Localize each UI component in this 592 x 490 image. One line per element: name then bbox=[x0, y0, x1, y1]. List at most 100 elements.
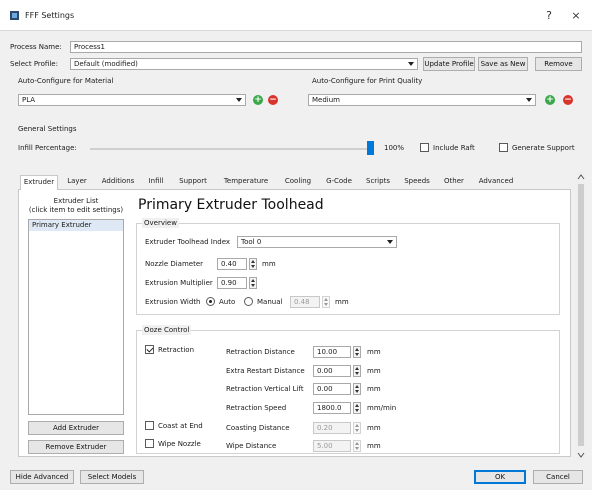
retraction-label: Retraction bbox=[158, 346, 195, 354]
cancel-button[interactable]: Cancel bbox=[533, 470, 583, 484]
tab-layer[interactable]: Layer bbox=[60, 175, 94, 189]
help-button[interactable]: ? bbox=[541, 9, 557, 23]
window-title: FFF Settings bbox=[25, 11, 75, 20]
generate-support-label: Generate Support bbox=[512, 144, 575, 152]
remove-quality-icon[interactable]: − bbox=[563, 95, 573, 105]
toolhead-index-select[interactable]: Tool 0 bbox=[237, 236, 397, 248]
tab-advanced[interactable]: Advanced bbox=[472, 175, 520, 189]
quality-select-value: Medium bbox=[312, 96, 340, 104]
extruder-list[interactable]: Primary Extruder bbox=[28, 219, 124, 415]
tab-support[interactable]: Support bbox=[172, 175, 214, 189]
retraction-distance-stepper[interactable] bbox=[353, 346, 361, 358]
tab-other[interactable]: Other bbox=[438, 175, 470, 189]
wipe-distance-input[interactable]: 5.00 bbox=[313, 440, 351, 452]
title-separator bbox=[0, 30, 592, 31]
retraction-distance-label: Retraction Distance bbox=[226, 348, 295, 356]
tab-scripts[interactable]: Scripts bbox=[360, 175, 396, 189]
coasting-distance-stepper[interactable] bbox=[353, 422, 361, 434]
nozzle-diameter-label: Nozzle Diameter bbox=[145, 260, 204, 268]
extrusion-multiplier-input[interactable]: 0.90 bbox=[217, 277, 247, 289]
tab-additions[interactable]: Additions bbox=[96, 175, 140, 189]
retraction-speed-label: Retraction Speed bbox=[226, 404, 287, 412]
select-models-button[interactable]: Select Models bbox=[80, 470, 144, 484]
nozzle-diameter-input[interactable]: 0.40 bbox=[217, 258, 247, 270]
extrusion-width-manual-label: Manual bbox=[257, 298, 283, 306]
tab-temperature[interactable]: Temperature bbox=[216, 175, 276, 189]
page-title: Primary Extruder Toolhead bbox=[138, 197, 324, 213]
extra-restart-distance-stepper[interactable] bbox=[353, 365, 361, 377]
quality-select[interactable]: Medium bbox=[308, 94, 536, 106]
quality-label: Auto-Configure for Print Quality bbox=[312, 77, 423, 85]
overview-label: Overview bbox=[142, 218, 179, 228]
remove-extruder-button[interactable]: Remove Extruder bbox=[28, 440, 124, 454]
add-quality-icon[interactable]: + bbox=[545, 95, 555, 105]
extrusion-width-unit: mm bbox=[335, 298, 349, 306]
chevron-down-icon bbox=[236, 98, 242, 102]
generate-support-checkbox[interactable] bbox=[499, 143, 508, 152]
material-select-value: PLA bbox=[22, 96, 36, 104]
coast-at-end-checkbox[interactable] bbox=[145, 421, 154, 430]
coasting-distance-input[interactable]: 0.20 bbox=[313, 422, 351, 434]
infill-percentage-label: Infill Percentage: bbox=[18, 144, 77, 152]
extra-restart-distance-unit: mm bbox=[367, 367, 381, 375]
ok-button[interactable]: OK bbox=[474, 470, 526, 484]
wipe-distance-stepper[interactable] bbox=[353, 440, 361, 452]
nozzle-diameter-stepper[interactable] bbox=[249, 258, 257, 270]
retraction-vertical-lift-unit: mm bbox=[367, 385, 381, 393]
coasting-distance-unit: mm bbox=[367, 424, 381, 432]
retraction-checkbox[interactable] bbox=[145, 345, 154, 354]
extruder-list-hint: (click item to edit settings) bbox=[28, 206, 124, 214]
process-name-label: Process Name: bbox=[10, 43, 62, 51]
material-select[interactable]: PLA bbox=[18, 94, 246, 106]
extrusion-width-auto-radio[interactable] bbox=[206, 297, 215, 306]
update-profile-button[interactable]: Update Profile bbox=[423, 57, 475, 71]
process-name-input[interactable]: Process1 bbox=[70, 41, 582, 53]
remove-profile-button[interactable]: Remove bbox=[535, 57, 582, 71]
save-as-new-button[interactable]: Save as New bbox=[478, 57, 528, 71]
tab-gcode[interactable]: G-Code bbox=[320, 175, 358, 189]
coast-at-end-label: Coast at End bbox=[158, 422, 203, 430]
remove-material-icon[interactable]: − bbox=[268, 95, 278, 105]
list-item[interactable]: Primary Extruder bbox=[29, 220, 123, 231]
close-button[interactable]: × bbox=[568, 9, 584, 23]
tab-speeds[interactable]: Speeds bbox=[398, 175, 436, 189]
retraction-speed-unit: mm/min bbox=[367, 404, 397, 412]
include-raft-checkbox[interactable] bbox=[420, 143, 429, 152]
scroll-up-icon[interactable] bbox=[577, 174, 585, 180]
retraction-speed-stepper[interactable] bbox=[353, 402, 361, 414]
scroll-down-icon[interactable] bbox=[577, 452, 585, 458]
infill-slider-handle[interactable] bbox=[367, 141, 374, 155]
nozzle-diameter-unit: mm bbox=[262, 260, 276, 268]
wipe-distance-unit: mm bbox=[367, 442, 381, 450]
general-settings-label: General Settings bbox=[18, 125, 77, 133]
hide-advanced-button[interactable]: Hide Advanced bbox=[10, 470, 74, 484]
retraction-vertical-lift-stepper[interactable] bbox=[353, 383, 361, 395]
tab-cooling[interactable]: Cooling bbox=[278, 175, 318, 189]
retraction-distance-input[interactable]: 10.00 bbox=[313, 346, 351, 358]
add-extruder-button[interactable]: Add Extruder bbox=[28, 421, 124, 435]
tab-infill[interactable]: Infill bbox=[142, 175, 170, 189]
select-profile-label: Select Profile: bbox=[10, 60, 58, 68]
profile-select[interactable]: Default (modified) bbox=[70, 58, 418, 70]
retraction-speed-input[interactable]: 1800.0 bbox=[313, 402, 351, 414]
extrusion-width-input[interactable]: 0.48 bbox=[290, 296, 320, 308]
ooze-control-label: Ooze Control bbox=[142, 325, 192, 335]
extrusion-width-auto-label: Auto bbox=[219, 298, 236, 306]
chevron-down-icon bbox=[387, 240, 393, 244]
tab-extruder[interactable]: Extruder bbox=[20, 175, 58, 190]
retraction-vertical-lift-input[interactable]: 0.00 bbox=[313, 383, 351, 395]
extrusion-width-stepper[interactable] bbox=[322, 296, 330, 308]
extrusion-width-manual-radio[interactable] bbox=[244, 297, 253, 306]
extra-restart-distance-input[interactable]: 0.00 bbox=[313, 365, 351, 377]
title-bar bbox=[0, 0, 592, 30]
infill-slider-track[interactable] bbox=[90, 148, 370, 150]
chevron-down-icon bbox=[408, 62, 414, 66]
add-material-icon[interactable]: + bbox=[253, 95, 263, 105]
scroll-thumb[interactable] bbox=[578, 184, 584, 446]
extrusion-multiplier-label: Extrusion Multiplier bbox=[145, 279, 213, 287]
wipe-nozzle-checkbox[interactable] bbox=[145, 439, 154, 448]
chevron-down-icon bbox=[526, 98, 532, 102]
extrusion-multiplier-stepper[interactable] bbox=[249, 277, 257, 289]
wipe-distance-label: Wipe Distance bbox=[226, 442, 277, 450]
extra-restart-distance-label: Extra Restart Distance bbox=[226, 367, 305, 375]
